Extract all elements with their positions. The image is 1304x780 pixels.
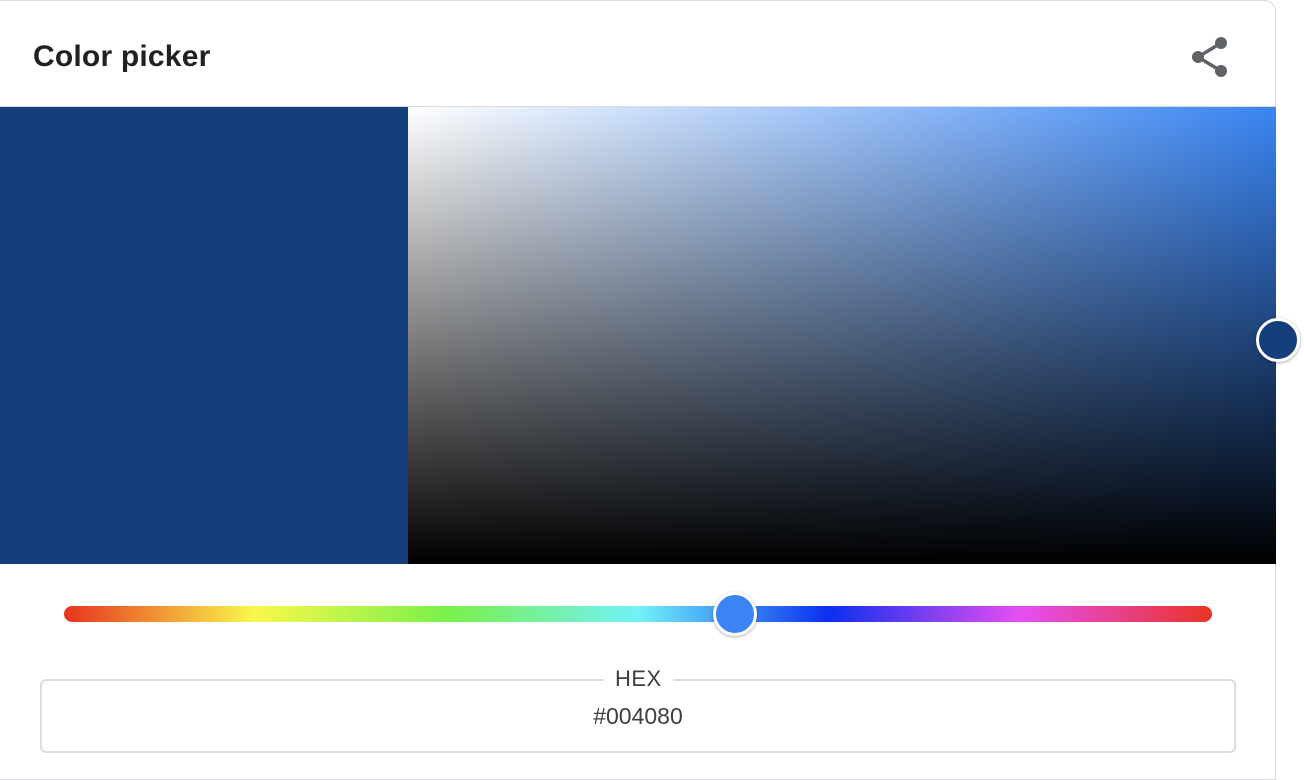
card-header: Color picker	[0, 1, 1276, 107]
share-button[interactable]	[1186, 33, 1234, 81]
saturation-value-handle[interactable]	[1256, 318, 1300, 362]
saturation-value-area[interactable]	[408, 107, 1276, 564]
hex-label: HEX	[604, 666, 673, 692]
value-gradient	[408, 107, 1276, 564]
hex-input[interactable]	[42, 700, 1234, 732]
hue-slider-handle[interactable]	[713, 592, 757, 636]
hue-slider[interactable]	[64, 606, 1212, 622]
share-icon	[1192, 37, 1227, 77]
color-preview-swatch	[0, 107, 408, 564]
page-title: Color picker	[33, 40, 211, 73]
